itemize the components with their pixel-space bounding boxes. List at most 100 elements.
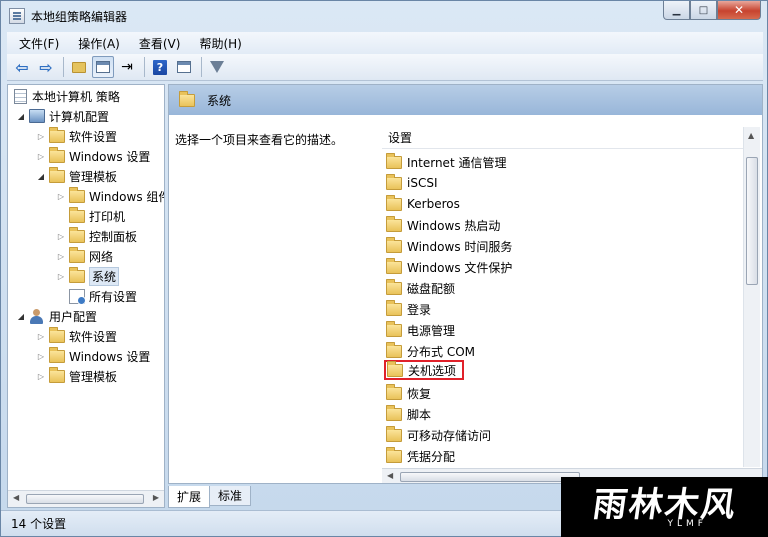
folder-icon [49, 366, 65, 383]
tree-item-user-windows-settings[interactable]: ▷ Windows 设置 [36, 346, 150, 365]
folder-icon [49, 346, 65, 363]
menu-bar: 文件(F) 操作(A) 查看(V) 帮助(H) [7, 32, 763, 54]
scroll-left-icon[interactable]: ◀ [13, 493, 19, 502]
collapsed-arrow-icon[interactable]: ▷ [56, 272, 66, 281]
list-item[interactable]: 电源管理 [386, 320, 455, 340]
list-item[interactable]: Windows 热启动 [386, 215, 500, 235]
toolbar-separator [144, 57, 145, 77]
folder-icon [49, 166, 65, 183]
scroll-left-icon[interactable]: ◀ [387, 471, 393, 480]
collapsed-arrow-icon[interactable]: ▷ [36, 132, 46, 141]
list-item[interactable]: Kerberos [386, 194, 460, 214]
forward-button[interactable]: ⇨ [35, 56, 57, 78]
tree-item-label: 用户配置 [49, 309, 98, 324]
tree-item-printers[interactable]: 打印机 [69, 206, 125, 225]
tree-item-admin-templates[interactable]: ◢ 管理模板 [36, 166, 117, 185]
settings-list: 设置 Internet 通信管理 iSCSI Kerberos Windows … [382, 127, 762, 483]
collapsed-arrow-icon[interactable]: ▷ [56, 232, 66, 241]
expanded-arrow-icon[interactable]: ◢ [16, 312, 26, 321]
gpedit-app-icon [9, 8, 25, 24]
properties-button[interactable] [173, 56, 195, 78]
list-item-label: Windows 时间服务 [407, 239, 513, 254]
list-item[interactable]: 脚本 [386, 404, 431, 424]
folder-icon [69, 206, 85, 223]
list-item-label: 关机选项 [408, 363, 457, 378]
column-header-setting[interactable]: 设置 [382, 127, 744, 149]
back-button[interactable]: ⇦ [11, 56, 33, 78]
menu-file[interactable]: 文件(F) [7, 35, 66, 52]
list-item[interactable]: Internet 通信管理 [386, 152, 506, 172]
tree-horizontal-scrollbar[interactable]: ◀ ▶ [8, 490, 164, 507]
scrollbar-thumb[interactable] [26, 494, 144, 504]
scrollbar-thumb[interactable] [400, 472, 580, 482]
collapsed-arrow-icon[interactable]: ▷ [36, 152, 46, 161]
menu-action[interactable]: 操作(A) [66, 35, 127, 52]
tree-item-user-config[interactable]: ◢ 用户配置 [16, 307, 97, 325]
collapsed-arrow-icon[interactable]: ▷ [56, 192, 66, 201]
export-list-button[interactable]: ⇥ [116, 56, 138, 78]
close-button[interactable]: ✕ [717, 1, 761, 20]
details-header: 系统 [169, 85, 762, 115]
tab-standard[interactable]: 标准 [209, 486, 252, 506]
tree-item-root[interactable]: 本地计算机 策略 [12, 87, 120, 105]
tree-item-windows-components[interactable]: ▷ Windows 组件 [56, 186, 164, 205]
list-item[interactable]: 分布式 COM [386, 341, 475, 361]
collapsed-arrow-icon[interactable]: ▷ [36, 372, 46, 381]
expanded-arrow-icon[interactable]: ◢ [16, 112, 26, 121]
title-bar[interactable]: 本地组策略编辑器 ▁ □ ✕ [1, 1, 767, 31]
list-item[interactable]: 恢复 [386, 383, 431, 403]
scroll-right-icon[interactable]: ▶ [153, 493, 159, 502]
computer-icon [29, 109, 45, 123]
menu-help[interactable]: 帮助(H) [187, 35, 248, 52]
folder-icon [386, 215, 402, 232]
policy-document-icon [14, 88, 27, 104]
folder-icon [386, 446, 402, 463]
collapsed-arrow-icon[interactable]: ▷ [36, 332, 46, 341]
tree-item-control-panel[interactable]: ▷ 控制面板 [56, 226, 137, 245]
filter-button[interactable] [206, 56, 228, 78]
list-item[interactable]: Windows 文件保护 [386, 257, 512, 277]
scrollbar-thumb[interactable] [746, 157, 758, 285]
show-hide-tree-button[interactable] [92, 56, 114, 78]
filter-icon [210, 61, 224, 73]
collapsed-arrow-icon[interactable]: ▷ [56, 252, 66, 261]
list-item[interactable]: iSCSI [386, 173, 438, 193]
collapsed-arrow-icon[interactable]: ▷ [36, 352, 46, 361]
tree-item-software-settings[interactable]: ▷ 软件设置 [36, 126, 117, 145]
list-vertical-scrollbar[interactable]: ▲ [743, 127, 760, 467]
list-item-label: 恢复 [407, 386, 432, 401]
minimize-button[interactable]: ▁ [663, 1, 690, 20]
list-item[interactable]: 磁盘配额 [386, 278, 455, 298]
list-item[interactable]: 可移动存储访问 [386, 425, 491, 445]
list-item-label: Kerberos [407, 197, 460, 211]
tree-item-label: Windows 设置 [69, 149, 151, 164]
list-item-shutdown-options[interactable]: 关机选项 [384, 360, 465, 380]
tree-item-label: 所有设置 [89, 289, 138, 304]
tree-item-all-settings[interactable]: 所有设置 [69, 287, 137, 305]
list-item-label: 磁盘配额 [407, 281, 456, 296]
tree-item-computer-config[interactable]: ◢ 计算机配置 [16, 107, 109, 125]
tree-item-user-software-settings[interactable]: ▷ 软件设置 [36, 326, 118, 345]
tree-item-system[interactable]: ▷ 系统 [56, 266, 120, 286]
list-item[interactable]: 凭据分配 [386, 446, 455, 466]
list-item[interactable]: Windows 时间服务 [386, 236, 512, 256]
menu-view[interactable]: 查看(V) [127, 35, 188, 52]
folder-icon [386, 173, 402, 190]
maximize-button[interactable]: □ [690, 1, 717, 20]
toolbar-separator [63, 57, 64, 77]
folder-icon [386, 194, 402, 211]
tree-item-network[interactable]: ▷ 网络 [56, 246, 113, 265]
tab-extended[interactable]: 扩展 [168, 486, 211, 508]
caption-buttons: ▁ □ ✕ [663, 1, 761, 21]
list-item[interactable]: 登录 [386, 299, 431, 319]
help-button[interactable]: ? [149, 56, 171, 78]
list-item-label: Windows 文件保护 [407, 260, 513, 275]
scroll-up-icon[interactable]: ▲ [748, 131, 754, 140]
up-level-button[interactable] [68, 56, 90, 78]
tree-item-user-admin-templates[interactable]: ▷ 管理模板 [36, 366, 117, 385]
expanded-arrow-icon[interactable]: ◢ [36, 172, 46, 181]
tree-item-label: 本地计算机 策略 [32, 89, 120, 104]
tree-item-label: 软件设置 [69, 329, 118, 344]
tree-item-windows-settings[interactable]: ▷ Windows 设置 [36, 146, 151, 165]
folder-icon [179, 90, 195, 107]
